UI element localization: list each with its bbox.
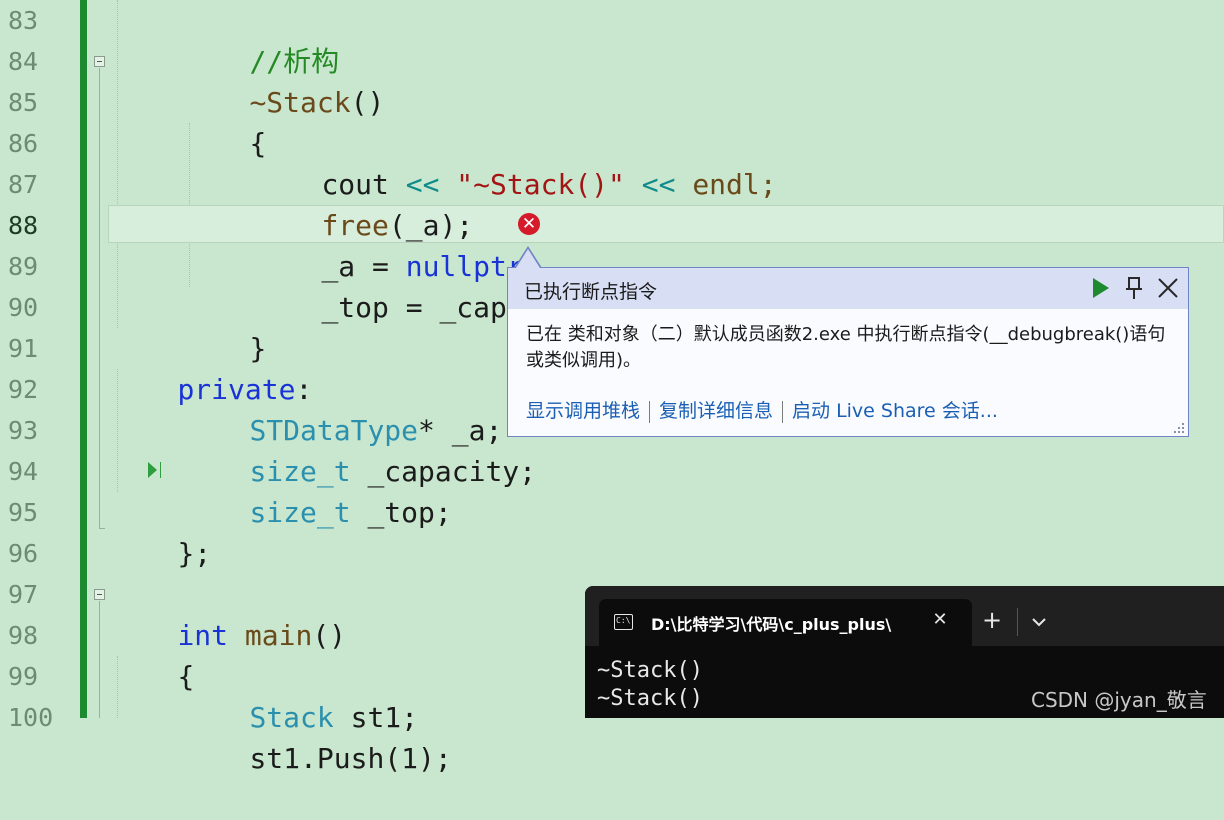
code-token: endl; [675, 168, 777, 201]
code-token: () [312, 619, 347, 652]
line-number: 89 [8, 252, 39, 281]
code-line[interactable]: size_t _top; [182, 451, 451, 529]
line-number: 93 [8, 416, 39, 445]
code-line-current[interactable]: _a = nullptr; [254, 205, 540, 283]
line-number: 87 [8, 170, 39, 199]
new-tab-button[interactable]: + [980, 608, 1004, 632]
function-name: main [228, 619, 313, 652]
code-line[interactable]: } [182, 287, 266, 365]
copy-details-link[interactable]: 复制详细信息 [659, 400, 773, 422]
line-number: 85 [8, 88, 39, 117]
line-number: 90 [8, 293, 39, 322]
chevron-down-icon[interactable] [1027, 610, 1051, 634]
fold-region-line [99, 68, 100, 528]
close-tab-icon[interactable]: ✕ [929, 609, 951, 631]
fold-region-line [99, 601, 100, 718]
watermark: CSDN @jyan_敬言 [1031, 688, 1207, 712]
code-line[interactable]: ~Stack() [182, 41, 384, 119]
current-line-number: 88 [8, 211, 39, 240]
line-number: 86 [8, 129, 39, 158]
code-line[interactable]: int main() [110, 574, 346, 652]
resize-grip-icon[interactable] [1171, 419, 1185, 433]
code-token: () [350, 86, 385, 119]
code-line[interactable]: STDataType* _a; [182, 369, 502, 447]
code-line[interactable]: size_t _capacity; [182, 410, 536, 488]
code-line[interactable]: { [182, 82, 266, 160]
line-number: 91 [8, 334, 39, 363]
line-number: 94 [8, 457, 39, 486]
line-number: 96 [8, 539, 39, 568]
code-line[interactable]: Stack st1; [182, 656, 418, 734]
close-icon[interactable] [1154, 274, 1182, 302]
start-live-share-link[interactable]: 启动 Live Share 会话... [792, 400, 998, 422]
code-token: st1.Push(1); [249, 742, 452, 775]
line-number: 83 [8, 6, 39, 35]
step-marker-icon[interactable] [148, 462, 157, 478]
popup-header: 已执行断点指令 [508, 268, 1188, 309]
step-marker-bar [160, 462, 161, 478]
terminal-tab-bar: C:\ D:\比特学习\代码\c_plus_plus\ ✕ + [585, 586, 1224, 646]
line-number: 92 [8, 375, 39, 404]
line-number: 98 [8, 621, 39, 650]
code-line[interactable]: //析构 [182, 0, 339, 78]
divider [649, 400, 651, 423]
collapse-toggle-icon[interactable] [94, 56, 105, 67]
code-line[interactable]: free(_a); [254, 164, 473, 242]
code-line[interactable]: }; [110, 492, 211, 570]
line-number: 99 [8, 662, 39, 691]
show-call-stack-link[interactable]: 显示调用堆栈 [526, 400, 640, 422]
indent-guide [117, 0, 118, 328]
type-name: size_t [249, 496, 351, 529]
exception-helper-popup: 已执行断点指令 已在 类和对象（二）默认成员函数2.exe 中执行断点指令(__… [507, 267, 1189, 437]
popup-pointer-fill [516, 249, 540, 268]
change-tracking-bar [80, 0, 87, 718]
exception-message: 已在 类和对象（二）默认成员函数2.exe 中执行断点指令(__debugbre… [526, 324, 1166, 371]
terminal-output-line: ~Stack() [597, 686, 703, 711]
terminal-tab-title: D:\比特学习\代码\c_plus_plus\ [651, 615, 892, 634]
code-line[interactable]: private: [110, 328, 312, 406]
error-icon[interactable]: ✕ [518, 213, 540, 235]
divider [782, 400, 784, 423]
fold-region-end [99, 528, 105, 529]
terminal-tab[interactable]: C:\ D:\比特学习\代码\c_plus_plus\ ✕ [599, 599, 972, 646]
divider [1017, 608, 1018, 636]
pin-icon[interactable] [1120, 274, 1148, 302]
terminal-output-line: ~Stack() [597, 658, 703, 683]
line-number: 97 [8, 580, 39, 609]
console-icon: C:\ [614, 614, 633, 630]
popup-title: 已执行断点指令 [524, 281, 658, 303]
line-number-gutter: 83 84 85 86 87 88 89 90 91 92 93 94 95 9… [0, 0, 60, 732]
collapse-toggle-icon[interactable] [94, 589, 105, 600]
code-token: _top; [350, 496, 452, 529]
continue-icon[interactable] [1086, 274, 1114, 302]
code-line[interactable]: { [110, 615, 194, 693]
line-number: 95 [8, 498, 39, 527]
code-line[interactable]: cout << "~Stack()" << endl; [254, 123, 776, 201]
code-token: }; [177, 537, 212, 570]
operator: << [641, 168, 676, 201]
line-number: 84 [8, 47, 39, 76]
popup-actions: 显示调用堆栈 复制详细信息 启动 Live Share 会话... [526, 396, 998, 423]
